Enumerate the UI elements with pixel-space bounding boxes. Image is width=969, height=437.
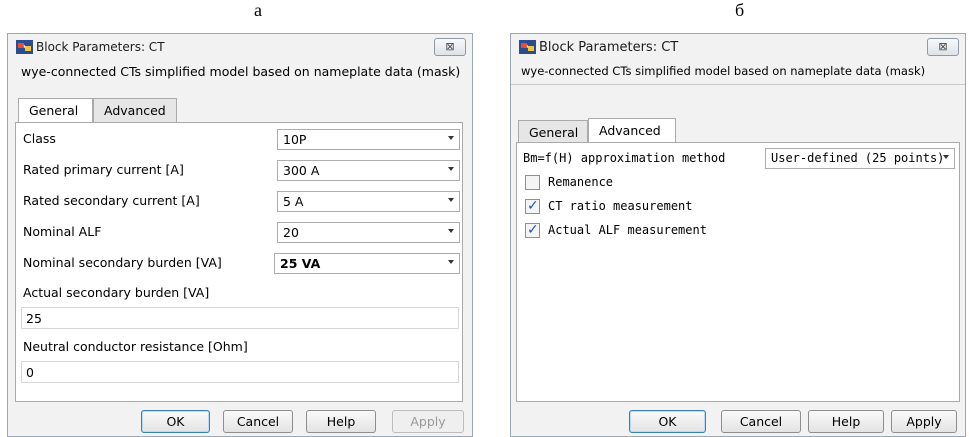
tab-advanced[interactable]: Advanced [588,118,676,143]
ct-ratio-label: CT ratio measurement [548,199,693,213]
actual-alf-checkbox[interactable]: ✓ [525,222,540,238]
mask-description: wye-connected CTs simplified model based… [21,64,461,79]
help-button[interactable]: Help [306,410,376,433]
checkmark-icon: ✓ [527,222,539,238]
chevron-down-icon [943,155,949,159]
nominal-alf-select[interactable]: 20 [277,222,460,243]
caption-b: б [735,0,745,20]
mask-description: wye-connected CTs simplified model based… [521,64,926,78]
secondary-current-select[interactable]: 5 A [277,191,460,212]
primary-current-select[interactable]: 300 A [277,160,460,181]
close-icon[interactable]: ⊠ [434,38,466,56]
nominal-burden-select[interactable]: 25 VA [274,253,460,274]
nominal-alf-value: 20 [283,225,299,240]
chevron-down-icon [448,167,454,171]
tab-general[interactable]: General [18,98,93,123]
approximation-method-value: User-defined (25 points) [771,151,945,165]
remanence-checkbox[interactable] [525,175,540,190]
help-button[interactable]: Help [808,410,884,433]
general-panel: Class 10P Rated primary current [A] 300 … [15,122,463,402]
advanced-panel: Bm=f(H) approximation method User-define… [516,142,960,402]
dialog-block-parameters-general: Block Parameters: CT ⊠ wye-connected CTs… [7,33,473,437]
approximation-method-label: Bm=f(H) approximation method [523,151,726,165]
caption-a: а [254,0,262,20]
chevron-down-icon [448,260,454,264]
divider [511,84,965,85]
primary-current-label: Rated primary current [A] [23,162,184,177]
chevron-down-icon [448,136,454,140]
class-select[interactable]: 10P [277,129,460,150]
actual-burden-field[interactable]: 25 [21,307,459,329]
secondary-current-label: Rated secondary current [A] [23,193,200,208]
chevron-down-icon [448,198,454,202]
window-title: Block Parameters: CT [36,40,165,54]
tab-general[interactable]: General [518,120,588,142]
nominal-burden-label: Nominal secondary burden [VA] [23,255,222,270]
class-label: Class [23,131,56,146]
tab-bar: General Advanced [18,98,218,123]
primary-current-value: 300 A [283,163,320,178]
title-bar[interactable]: Block Parameters: CT ⊠ [8,34,472,60]
neutral-resistance-value: 0 [26,365,34,380]
neutral-resistance-field[interactable]: 0 [21,361,459,383]
ct-ratio-checkbox[interactable]: ✓ [525,198,540,214]
simulink-block-icon [16,40,33,54]
ok-button[interactable]: OK [629,410,706,433]
actual-burden-label: Actual secondary burden [VA] [23,285,210,300]
tab-bar: General Advanced [518,118,718,143]
class-value: 10P [283,132,307,147]
cancel-button[interactable]: Cancel [721,410,801,433]
actual-burden-value: 25 [26,311,42,326]
nominal-alf-label: Nominal ALF [23,224,102,239]
remanence-label: Remanence [548,175,614,189]
apply-button[interactable]: Apply [891,410,957,433]
approximation-method-select[interactable]: User-defined (25 points) [765,148,955,169]
tab-advanced[interactable]: Advanced [93,98,177,122]
simulink-block-icon [519,40,536,54]
cancel-button[interactable]: Cancel [223,410,293,433]
apply-button[interactable]: Apply [392,410,464,433]
dialog-block-parameters-advanced: Block Parameters: CT ⊠ wye-connected CTs… [510,33,966,437]
close-icon[interactable]: ⊠ [927,38,959,56]
window-title: Block Parameters: CT [539,40,679,55]
actual-alf-label: Actual ALF measurement [548,223,707,237]
checkmark-icon: ✓ [527,198,539,214]
neutral-resistance-label: Neutral conductor resistance [Ohm] [23,339,248,354]
ok-button[interactable]: OK [141,410,210,433]
secondary-current-value: 5 A [283,194,304,209]
title-bar[interactable]: Block Parameters: CT ⊠ [511,34,965,60]
chevron-down-icon [448,229,454,233]
nominal-burden-value: 25 VA [280,256,321,271]
